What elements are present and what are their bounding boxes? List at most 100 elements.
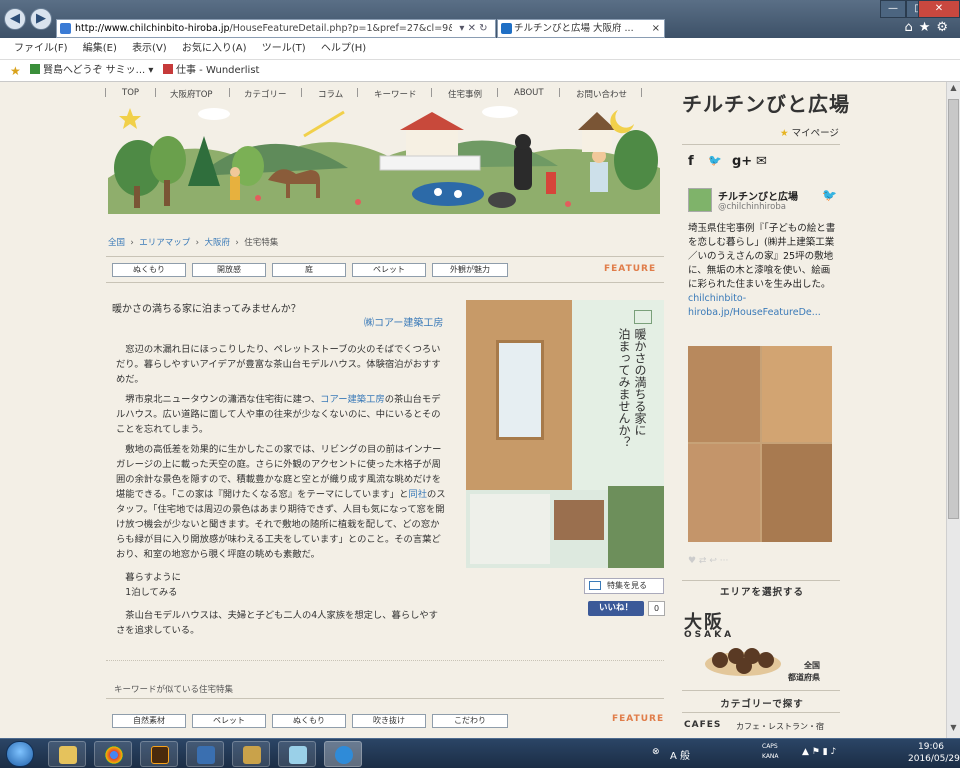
minimize-button[interactable]: — (880, 0, 906, 18)
address-controls[interactable]: ▾ ✕ ↻ (452, 19, 496, 38)
tag-nukumori[interactable]: ぬくもり (112, 263, 186, 277)
scroll-down-icon[interactable]: ▼ (947, 723, 960, 737)
category-cafes[interactable]: CAFES (684, 720, 721, 730)
tag-shizen-sozai[interactable]: 自然素材 (112, 714, 186, 728)
mag-title-text-1: 暖かさの満ちる家に (633, 328, 647, 436)
back-button[interactable]: ◀ (4, 8, 26, 30)
address-bar[interactable]: http://www.chilchinbito-hiroba.jp/HouseF… (56, 19, 496, 38)
browser-tab[interactable]: チルチンびと広場 大阪府 ... × (497, 19, 665, 38)
keyword-section-heading: キーワードが似ている住宅特集 (114, 685, 234, 695)
builder-inline-link[interactable]: コアー建築工房 (320, 394, 385, 405)
site-logo[interactable]: チルチンびと広場 (682, 88, 850, 117)
taskbar-ie[interactable] (324, 741, 362, 767)
scroll-thumb[interactable] (948, 99, 959, 519)
mag-text-block (470, 494, 550, 564)
tag-pellet-2[interactable]: ペレット (192, 714, 266, 728)
breadcrumb-area-map[interactable]: エリアマップ (139, 238, 190, 248)
tag-kodawari[interactable]: こだわり (432, 714, 508, 728)
nav-sep: | (154, 88, 157, 98)
menu-help[interactable]: ヘルプ(H) (321, 43, 366, 54)
start-button[interactable] (6, 741, 34, 767)
address-domain: http://www.chilchinbito-hiroba.jp (75, 23, 230, 34)
twitter-avatar[interactable] (688, 188, 712, 212)
taskbar-pen-tool[interactable] (186, 741, 224, 767)
favorite-item-2[interactable]: 仕事 - Wunderlist (163, 60, 259, 82)
tray-icons[interactable]: ▲ ⚑ ▮ ♪ (802, 747, 836, 757)
tag-gaikan[interactable]: 外観が魅力 (432, 263, 508, 277)
mail-icon[interactable]: ✉ (756, 154, 767, 169)
area-select-heading: エリアを選択する (719, 587, 804, 598)
facebook-like-button[interactable]: いいね！ (588, 601, 644, 616)
vertical-scrollbar[interactable]: ▲ ▼ (946, 82, 960, 738)
scroll-up-icon[interactable]: ▲ (947, 83, 960, 97)
menu-tools[interactable]: ツール(T) (262, 43, 306, 54)
taskbar-photo-viewer[interactable] (232, 741, 270, 767)
takoyaki-image[interactable] (704, 638, 782, 678)
menu-file[interactable]: ファイル(F) (14, 43, 68, 54)
magazine-image[interactable]: 暖かさの満ちる家に 泊まってみませんか？ (466, 300, 664, 568)
article-title: 暖かさの満ちる家に泊まってみませんか？ (112, 304, 301, 315)
menu-favorites[interactable]: お気に入り(A) (182, 43, 247, 54)
nav-keyword[interactable]: キーワード (374, 88, 417, 100)
zenkoku-link[interactable]: 全国 都道府県 (788, 660, 820, 684)
google-plus-icon[interactable]: g+ (732, 154, 752, 169)
favorites-star-icon[interactable]: ★ (10, 60, 21, 82)
photo-icon (243, 746, 261, 764)
taskbar-illustrator[interactable] (140, 741, 178, 767)
forward-button[interactable]: ▶ (30, 8, 52, 30)
nav-top[interactable]: TOP (122, 88, 139, 98)
close-window-button[interactable]: ✕ (918, 0, 960, 18)
system-tray: ⊗ A 般 CAPS KANA ▲ ⚑ ▮ ♪ (652, 739, 908, 768)
tag-nukumori-2[interactable]: ぬくもり (272, 714, 346, 728)
twitter-name[interactable]: チルチンびと広場 (718, 188, 798, 203)
facebook-icon[interactable]: f (688, 154, 694, 169)
tag-kaihoukan[interactable]: 開放感 (192, 263, 266, 277)
menu-view[interactable]: 表示(V) (132, 43, 167, 54)
pen-icon (197, 746, 215, 764)
tag-pellet[interactable]: ペレット (352, 263, 426, 277)
divider (106, 660, 664, 661)
menu-edit[interactable]: 編集(E) (83, 43, 117, 54)
tray-alert-icon[interactable]: ⊗ (652, 747, 660, 757)
view-feature-button[interactable]: 特集を見る (584, 578, 664, 594)
breadcrumb-zenkoku[interactable]: 全国 (108, 238, 125, 248)
nav-house-cases[interactable]: 住宅事例 (448, 88, 482, 100)
illustrator-icon (151, 746, 169, 764)
company-inline-link[interactable]: 同社 (408, 489, 427, 500)
taskbar-notes[interactable] (278, 741, 316, 767)
twitter-handle[interactable]: @chilchinhiroba (718, 202, 786, 212)
nav-column[interactable]: コラム (318, 88, 343, 100)
tab-close-icon[interactable]: × (652, 20, 660, 37)
ime-indicator[interactable]: A 般 (670, 747, 690, 762)
star-icon: ★ (780, 128, 789, 139)
mypage-link[interactable]: ★ マイページ (780, 125, 839, 139)
global-nav: | TOP | 大阪府TOP | カテゴリー | コラム | キーワード | 住… (104, 88, 664, 102)
divider (106, 698, 664, 699)
home-favorites-tools-icons[interactable]: ⌂★⚙ (904, 20, 954, 35)
tweet-body: 埼玉県住宅事例『「子どもの絵と書を恋しむ暮らし」(㈱井上建築工業／いのうえさんの… (688, 223, 836, 290)
twitter-icon[interactable]: 🐦 (708, 154, 722, 167)
nav-sep: | (430, 88, 433, 98)
chevron-down-icon[interactable]: ▾ (148, 65, 153, 76)
tag-niwa[interactable]: 庭 (272, 263, 346, 277)
favorite-2-label: 仕事 - Wunderlist (176, 65, 260, 76)
feature-label: FEATURE (604, 264, 657, 274)
tweet-link[interactable]: chilchinbito-hiroba.jp/HouseFeatureDe... (688, 293, 821, 318)
builder-link[interactable]: ㈱コアー建築工房 (364, 314, 443, 329)
tweet-actions[interactable]: ♥ ⇄ ↩ ··· (688, 556, 728, 566)
nav-osaka-top[interactable]: 大阪府TOP (170, 88, 213, 100)
category-cafes-sub[interactable]: カフェ・レストラン・宿 (736, 721, 824, 732)
taskbar-chrome[interactable] (94, 741, 132, 767)
nav-about[interactable]: ABOUT (514, 88, 544, 98)
taskbar-explorer[interactable] (48, 741, 86, 767)
facebook-like-label: いいね！ (598, 603, 633, 613)
tweet-image[interactable] (688, 346, 832, 542)
tag-fukinuke[interactable]: 吹き抜け (352, 714, 426, 728)
breadcrumb-osaka[interactable]: 大阪府 (204, 238, 230, 248)
clock[interactable]: 19:06 2016/05/29 (908, 741, 960, 765)
nav-contact[interactable]: お問い合わせ (576, 88, 627, 100)
folder-icon (59, 746, 77, 764)
favorite-1-icon (30, 64, 40, 74)
nav-category[interactable]: カテゴリー (244, 88, 287, 100)
favorite-item-1[interactable]: 賢島へどうぞ サミッ... ▾ (30, 60, 153, 82)
